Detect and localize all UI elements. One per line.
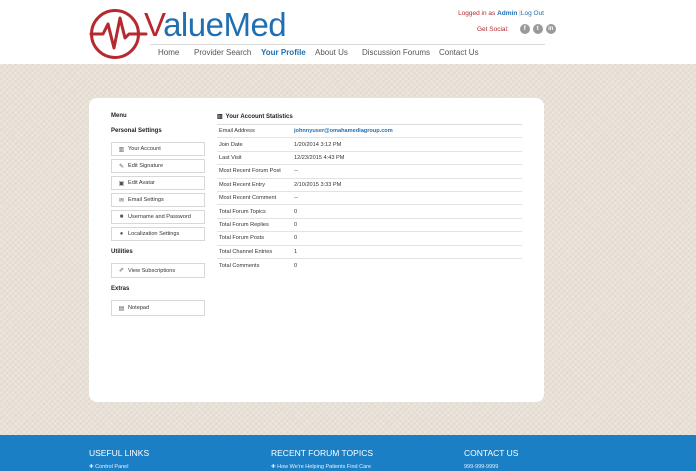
sidebar-item-label: Edit Avatar xyxy=(128,180,155,186)
globe-icon: ● xyxy=(119,231,124,237)
username-link[interactable]: Admin xyxy=(497,10,517,17)
stat-value: 1/20/2014 3:12 PM xyxy=(294,141,342,148)
sidebar-item-your-account[interactable]: ▥ Your Account xyxy=(111,142,205,156)
footer-link-label: Control Panel xyxy=(95,464,129,470)
stat-value: 12/23/2015 4:43 PM xyxy=(294,154,345,161)
sidebar-item-label: Username and Password xyxy=(128,214,191,220)
stat-email-link[interactable]: johnnyuser@omahamediagroup.com xyxy=(294,128,393,134)
stat-value: -- xyxy=(294,168,298,175)
footer-contact-title: CONTACT US xyxy=(464,448,519,458)
footer-useful-links-title: USEFUL LINKS xyxy=(89,448,150,458)
facebook-icon[interactable]: f xyxy=(519,24,530,34)
section-personal-settings: Personal Settings xyxy=(111,128,162,134)
sidebar-item-view-subscriptions[interactable]: ✐ View Subscriptions xyxy=(111,263,205,278)
site-header: ValueMed Logged in as Admin |Log Out Get… xyxy=(0,0,696,64)
stat-value: 0 xyxy=(294,262,298,269)
table-row: Total Forum Replies 0 xyxy=(217,219,522,233)
stat-label: Join Date xyxy=(219,141,243,148)
table-row: Most Recent Comment -- xyxy=(217,192,522,206)
menu-title: Menu xyxy=(111,113,127,119)
main-nav: Home Provider Search Your Profile About … xyxy=(150,48,479,57)
site-name-rest: alueMed xyxy=(163,6,287,43)
stat-value: 2/10/2015 3:33 PM xyxy=(294,181,342,188)
footer-phone: 999-999-9999 xyxy=(464,464,499,470)
nav-about-us[interactable]: About Us xyxy=(315,48,362,57)
sidebar-item-localization-settings[interactable]: ● Localization Settings xyxy=(111,227,205,241)
document-icon: ▤ xyxy=(118,305,125,312)
site-name: ValueMed xyxy=(144,6,287,44)
stats-title: Your Account Statistics xyxy=(225,113,293,120)
stat-value: 0 xyxy=(294,235,298,242)
stat-label: Total Forum Posts xyxy=(219,235,265,242)
table-row: Total Channel Entries 1 xyxy=(217,246,522,259)
nav-your-profile[interactable]: Your Profile xyxy=(261,48,315,57)
login-status: Logged in as Admin |Log Out xyxy=(458,10,544,17)
stat-value: 0 xyxy=(294,221,298,228)
lock-icon: ■ xyxy=(119,214,124,220)
pencil-icon: ✎ xyxy=(118,163,125,170)
edit-icon: ✐ xyxy=(118,268,125,274)
site-footer: USEFUL LINKS RECENT FORUM TOPICS CONTACT… xyxy=(0,435,696,471)
profile-card: Menu Personal Settings ▥ Your Account ✎ Ed… xyxy=(89,98,544,402)
nav-provider-search[interactable]: Provider Search xyxy=(194,48,261,57)
stat-label: Most Recent Entry xyxy=(219,181,266,188)
logout-link[interactable]: Log Out xyxy=(521,10,544,17)
twitter-icon[interactable]: t xyxy=(532,24,543,34)
stat-value: 1 xyxy=(294,248,298,255)
bar-chart-icon: ▥ xyxy=(118,146,125,153)
stat-label: Last Visit xyxy=(219,154,242,161)
envelope-icon: ✉ xyxy=(118,197,125,204)
stat-label: Most Recent Forum Post xyxy=(219,168,281,175)
sidebar-item-username-password[interactable]: ■ Username and Password xyxy=(111,210,205,224)
stats-table: Email Address johnnyuser@omahamediagroup.… xyxy=(217,125,522,272)
sidebar-item-label: Edit Signature xyxy=(128,163,164,169)
account-statistics: ▥ Your Account Statistics Email Address jo… xyxy=(217,113,522,272)
stat-label: Most Recent Comment xyxy=(219,195,277,202)
table-row: Total Comments 0 xyxy=(217,259,522,272)
footer-recent-topics-title: RECENT FORUM TOPICS xyxy=(271,448,374,458)
footer-link-control-panel[interactable]: ✚ Control Panel xyxy=(89,464,128,470)
table-row: Join Date 1/20/2014 3:12 PM xyxy=(217,138,522,152)
nav-divider xyxy=(150,44,545,45)
linkedin-icon[interactable]: in xyxy=(545,24,556,34)
logged-in-label: Logged in as xyxy=(458,10,496,17)
section-extras: Extras xyxy=(111,286,130,292)
nav-home[interactable]: Home xyxy=(158,48,194,57)
nav-contact-us[interactable]: Contact Us xyxy=(439,48,479,57)
stat-label: Email Address xyxy=(219,128,255,135)
site-name-initial: V xyxy=(144,6,164,43)
social-links: Get Social: f t in xyxy=(477,24,556,34)
sidebar-item-label: Your Account xyxy=(128,146,161,152)
table-row: Total Forum Topics 0 xyxy=(217,205,522,219)
sidebar-item-label: View Subscriptions xyxy=(128,267,176,274)
sidebar-item-label: Notepad xyxy=(128,305,150,311)
bar-chart-icon: ▥ xyxy=(217,114,223,120)
stat-label: Total Comments xyxy=(219,262,260,269)
sidebar-item-notepad[interactable]: ▤ Notepad xyxy=(111,300,205,316)
footer-topic-link[interactable]: ✚ How We're Helping Patients Find Care xyxy=(271,464,371,470)
image-icon: ▣ xyxy=(118,180,125,187)
table-row: Email Address johnnyuser@omahamediagroup.… xyxy=(217,125,522,139)
profile-sidebar: Menu Personal Settings ▥ Your Account ✎ Ed… xyxy=(111,113,205,319)
table-row: Most Recent Entry 2/10/2015 3:33 PM xyxy=(217,179,522,192)
stat-label: Total Channel Entries xyxy=(219,248,273,255)
heartbeat-logo-icon xyxy=(89,9,148,59)
sidebar-item-label: Localization Settings xyxy=(128,231,180,237)
table-row: Total Forum Posts 0 xyxy=(217,232,522,246)
footer-topic-label: How We're Helping Patients Find Care xyxy=(277,464,372,470)
section-utilities: Utilities xyxy=(111,249,133,255)
stat-value: 0 xyxy=(294,208,298,215)
sidebar-item-edit-signature[interactable]: ✎ Edit Signature xyxy=(111,159,205,173)
stats-heading: ▥ Your Account Statistics xyxy=(217,113,522,121)
sidebar-item-email-settings[interactable]: ✉ Email Settings xyxy=(111,193,205,207)
table-row: Last Visit 12/23/2015 4:43 PM xyxy=(217,152,522,166)
stat-label: Total Forum Replies xyxy=(219,221,269,228)
sidebar-item-label: Email Settings xyxy=(128,197,164,203)
social-label: Get Social: xyxy=(477,25,509,33)
stat-value: -- xyxy=(294,195,298,202)
sidebar-item-edit-avatar[interactable]: ▣ Edit Avatar xyxy=(111,176,205,190)
stat-label: Total Forum Topics xyxy=(219,208,266,215)
table-row: Most Recent Forum Post -- xyxy=(217,165,522,179)
nav-discussion-forums[interactable]: Discussion Forums xyxy=(362,48,439,57)
